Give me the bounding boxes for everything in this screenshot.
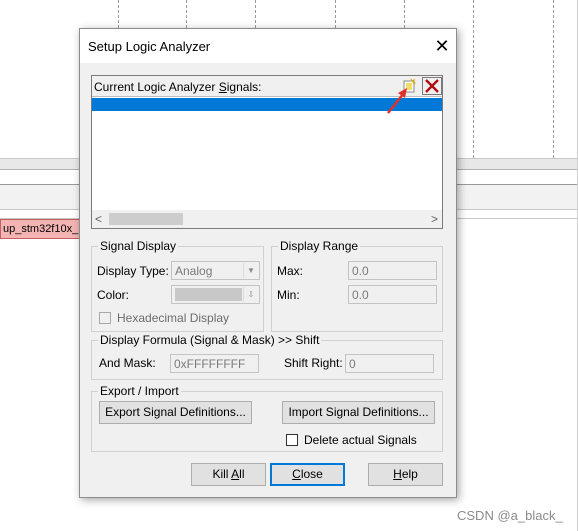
display-type-label: Display Type: bbox=[97, 264, 169, 278]
scrollbar-thumb[interactable] bbox=[109, 213, 183, 225]
display-type-dropdown[interactable]: Analog ▼ bbox=[171, 261, 260, 280]
watermark: CSDN @a_black_ bbox=[457, 508, 563, 523]
shift-right-label: Shift Right: bbox=[284, 356, 343, 370]
max-label: Max: bbox=[277, 264, 304, 278]
min-label: Min: bbox=[277, 288, 300, 302]
and-mask-label: And Mask: bbox=[99, 356, 156, 370]
scroll-left-icon[interactable]: < bbox=[95, 212, 102, 226]
delete-signal-icon[interactable] bbox=[422, 77, 442, 95]
display-range-label: Display Range bbox=[278, 239, 361, 253]
delete-actual-signals-checkbox[interactable] bbox=[286, 434, 298, 446]
chevron-down-icon: ⇩ bbox=[243, 287, 258, 302]
display-formula-label: Display Formula (Signal & Mask) >> Shift bbox=[98, 333, 322, 347]
display-type-value: Analog bbox=[175, 264, 213, 278]
shift-right-field[interactable]: 0 bbox=[345, 354, 434, 373]
dialog-title: Setup Logic Analyzer bbox=[88, 39, 211, 54]
delete-actual-signals-label: Delete actual Signals bbox=[304, 433, 417, 447]
scroll-right-icon[interactable]: > bbox=[431, 212, 438, 226]
background-file-tab[interactable]: up_stm32f10x_h bbox=[0, 219, 80, 239]
timeline-gridline bbox=[553, 0, 554, 158]
dialog-titlebar: Setup Logic Analyzer ✕ bbox=[80, 29, 456, 63]
and-mask-field[interactable]: 0xFFFFFFFF bbox=[170, 354, 259, 373]
signals-list-label: Current Logic Analyzer Signals: bbox=[94, 80, 262, 94]
import-signal-definitions-button[interactable]: Import Signal Definitions... bbox=[282, 401, 435, 424]
max-field[interactable]: 0.0 bbox=[348, 261, 437, 280]
color-dropdown[interactable]: ⇩ bbox=[171, 285, 260, 304]
close-button[interactable]: Close bbox=[270, 463, 345, 486]
annotation-arrow-icon bbox=[387, 88, 407, 114]
setup-logic-analyzer-dialog: Setup Logic Analyzer ✕ Current Logic Ana… bbox=[79, 28, 457, 498]
color-label: Color: bbox=[97, 288, 130, 302]
export-import-label: Export / Import bbox=[98, 384, 181, 398]
hexadecimal-display-checkbox[interactable] bbox=[99, 312, 111, 324]
kill-all-button[interactable]: Kill All bbox=[191, 463, 266, 486]
timeline-gridline bbox=[473, 0, 474, 158]
chevron-down-icon: ▼ bbox=[243, 263, 258, 278]
close-icon[interactable]: ✕ bbox=[430, 35, 454, 57]
min-field[interactable]: 0.0 bbox=[348, 285, 437, 304]
help-button[interactable]: Help bbox=[368, 463, 443, 486]
signals-horizontal-scrollbar[interactable]: < > bbox=[92, 210, 442, 228]
hexadecimal-display-label: Hexadecimal Display bbox=[117, 311, 230, 325]
color-swatch bbox=[175, 288, 242, 301]
export-signal-definitions-button[interactable]: Export Signal Definitions... bbox=[99, 401, 252, 424]
signal-display-label: Signal Display bbox=[98, 239, 179, 253]
